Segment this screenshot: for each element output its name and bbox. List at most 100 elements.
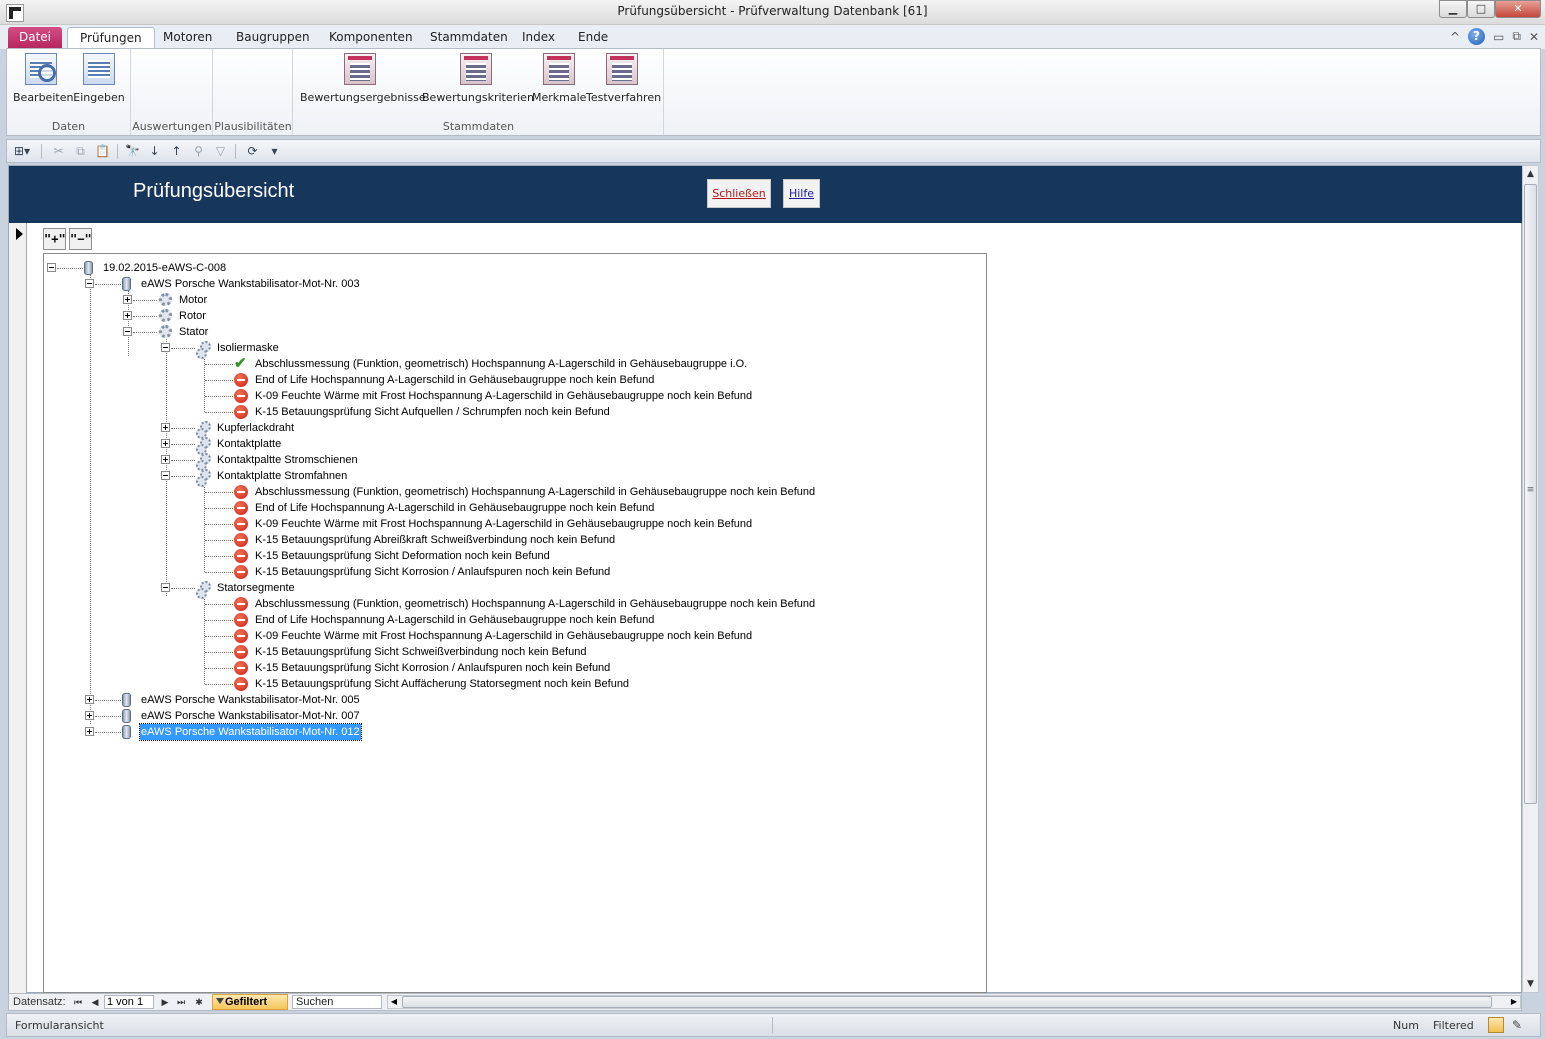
doc-close-icon[interactable]: ✕ bbox=[1529, 30, 1539, 44]
collapse-toggle[interactable] bbox=[47, 263, 56, 272]
doc-minimize-icon[interactable]: ▭ bbox=[1493, 30, 1504, 44]
next-record-icon[interactable]: ▶ bbox=[159, 995, 171, 1009]
cut-icon[interactable]: ✂ bbox=[51, 144, 66, 158]
eingeben-button[interactable]: Eingeben bbox=[73, 53, 125, 104]
expand-toggle[interactable] bbox=[161, 455, 170, 464]
help-button[interactable]: Hilfe bbox=[783, 179, 820, 208]
database-icon bbox=[122, 725, 131, 739]
first-record-icon[interactable]: ⏮ bbox=[72, 995, 84, 1009]
last-record-icon[interactable]: ⏭ bbox=[175, 995, 187, 1009]
find-icon[interactable]: 🔭 bbox=[125, 144, 140, 158]
view-switch-icon[interactable]: ⊞▾ bbox=[11, 144, 33, 158]
collapse-toggle[interactable] bbox=[123, 327, 132, 336]
scroll-thumb[interactable] bbox=[1524, 184, 1537, 804]
vertical-scrollbar[interactable]: ▲ ▼ bbox=[1522, 165, 1539, 993]
bewertungsergebnisse-button[interactable]: Bewertungsergebnisse bbox=[300, 53, 426, 104]
gears-icon bbox=[196, 453, 211, 471]
expand-toggle[interactable] bbox=[85, 711, 94, 720]
report-icon bbox=[344, 53, 376, 85]
form-title: Prüfungsübersicht bbox=[133, 180, 295, 202]
checkmark-icon: ✔ bbox=[234, 355, 247, 372]
collapse-all-button[interactable]: "−" bbox=[69, 228, 92, 250]
merkmale-button[interactable]: Merkmale bbox=[532, 53, 586, 104]
tree-label: Kontaktplatte Stromfahnen bbox=[217, 470, 348, 482]
tree-label: K-15 Betauungsprüfung Sicht Aufquellen /… bbox=[255, 406, 610, 418]
no-entry-icon bbox=[234, 549, 248, 563]
minimize-button[interactable]: ▁ bbox=[1439, 0, 1467, 18]
collapse-toggle[interactable] bbox=[161, 471, 170, 480]
tree-label: Kupferlackdraht bbox=[217, 422, 295, 434]
horizontal-scroll-thumb[interactable] bbox=[402, 996, 1492, 1008]
gears-icon bbox=[196, 581, 211, 599]
paste-icon[interactable]: 📋 bbox=[95, 144, 110, 158]
bewertungskriterien-label: Bewertungskriterien bbox=[422, 91, 534, 104]
collapse-toggle[interactable] bbox=[85, 279, 94, 288]
close-window-button[interactable]: ✕ bbox=[1495, 0, 1541, 18]
tab-index[interactable]: Index bbox=[510, 27, 567, 49]
tree-label: K-09 Feuchte Wärme mit Frost Hochspannun… bbox=[255, 518, 753, 530]
new-record-icon[interactable]: ✱ bbox=[193, 995, 205, 1009]
tab-ende[interactable]: Ende bbox=[566, 27, 620, 49]
tab-pruefungen[interactable]: Prüfungen bbox=[67, 27, 155, 49]
tab-baugruppen[interactable]: Baugruppen bbox=[224, 27, 322, 49]
maximize-button[interactable]: □ bbox=[1467, 0, 1495, 18]
tab-komponenten[interactable]: Komponenten bbox=[317, 27, 425, 49]
no-entry-icon bbox=[234, 645, 248, 659]
collapse-toggle[interactable] bbox=[161, 343, 170, 352]
search-input[interactable]: Suchen bbox=[292, 995, 382, 1009]
edit-search-icon bbox=[25, 53, 57, 85]
record-label: Datensatz: bbox=[13, 996, 66, 1008]
design-view-icon[interactable]: ✎ bbox=[1509, 1017, 1525, 1033]
expand-toggle[interactable] bbox=[85, 727, 94, 736]
expand-toggle[interactable] bbox=[161, 423, 170, 432]
expand-toggle[interactable] bbox=[123, 311, 132, 320]
no-entry-icon bbox=[234, 533, 248, 547]
copy-icon[interactable]: ⧉ bbox=[73, 144, 88, 158]
record-selector[interactable] bbox=[9, 223, 27, 994]
horizontal-scrollbar[interactable]: ◀ ▶ bbox=[387, 995, 1521, 1009]
ribbon-collapse-icon[interactable]: ^ bbox=[1450, 30, 1460, 44]
tab-stammdaten[interactable]: Stammdaten bbox=[418, 27, 520, 49]
previous-record-icon[interactable]: ◀ bbox=[89, 995, 101, 1009]
toolbar-separator bbox=[41, 144, 42, 159]
view-mode-text: Formularansicht bbox=[15, 1019, 104, 1032]
current-record-field[interactable]: 1 von 1 bbox=[104, 995, 154, 1009]
refresh-icon[interactable]: ⟳ bbox=[245, 144, 260, 158]
scroll-down-icon[interactable]: ▼ bbox=[1523, 976, 1538, 992]
ribbon-right-controls: ^ ? ▭ ⧉ ✕ bbox=[1450, 28, 1539, 45]
tree-label: Stator bbox=[179, 326, 209, 338]
scroll-left-icon[interactable]: ◀ bbox=[388, 996, 400, 1008]
sort-descending-icon[interactable]: ↑ bbox=[169, 144, 184, 158]
customize-toolbar-icon[interactable]: ▾ bbox=[267, 144, 282, 158]
tree-label-selected: eAWS Porsche Wankstabilisator-Mot-Nr. 01… bbox=[139, 723, 362, 741]
gears-icon bbox=[196, 421, 211, 439]
tab-datei[interactable]: Datei bbox=[8, 27, 62, 49]
filter-selection-icon[interactable]: ⚲ bbox=[191, 144, 206, 158]
no-entry-icon bbox=[234, 405, 248, 419]
expand-toggle[interactable] bbox=[161, 439, 170, 448]
form-view-icon[interactable] bbox=[1488, 1017, 1504, 1033]
expand-all-button[interactable]: "+" bbox=[43, 228, 66, 250]
scroll-up-icon[interactable]: ▲ bbox=[1523, 166, 1538, 182]
pruefungen-tree[interactable]: 19.02.2015-eAWS-C-008 eAWS Porsche Wanks… bbox=[43, 253, 987, 993]
expand-toggle[interactable] bbox=[123, 295, 132, 304]
no-entry-icon bbox=[234, 373, 248, 387]
bewertungskriterien-button[interactable]: Bewertungskriterien bbox=[422, 53, 534, 104]
filter-toggle-button[interactable]: Gefiltert bbox=[212, 994, 288, 1010]
database-icon bbox=[122, 277, 131, 291]
no-entry-icon bbox=[234, 597, 248, 611]
tab-motoren[interactable]: Motoren bbox=[151, 27, 224, 49]
close-form-button[interactable]: Schließen bbox=[707, 179, 771, 208]
toolbar-separator bbox=[117, 144, 118, 159]
sort-ascending-icon[interactable]: ↓ bbox=[147, 144, 162, 158]
tree-label: End of Life Hochspannung A-Lagerschild i… bbox=[255, 374, 655, 386]
no-entry-icon bbox=[234, 613, 248, 627]
collapse-toggle[interactable] bbox=[161, 583, 170, 592]
expand-toggle[interactable] bbox=[85, 695, 94, 704]
filter-icon[interactable]: ▽ bbox=[213, 144, 228, 158]
bearbeiten-button[interactable]: Bearbeiten bbox=[13, 53, 73, 104]
doc-restore-icon[interactable]: ⧉ bbox=[1512, 29, 1521, 44]
testverfahren-button[interactable]: Testverfahren bbox=[586, 53, 661, 104]
help-icon[interactable]: ? bbox=[1468, 28, 1486, 45]
scroll-right-icon[interactable]: ▶ bbox=[1508, 996, 1520, 1008]
